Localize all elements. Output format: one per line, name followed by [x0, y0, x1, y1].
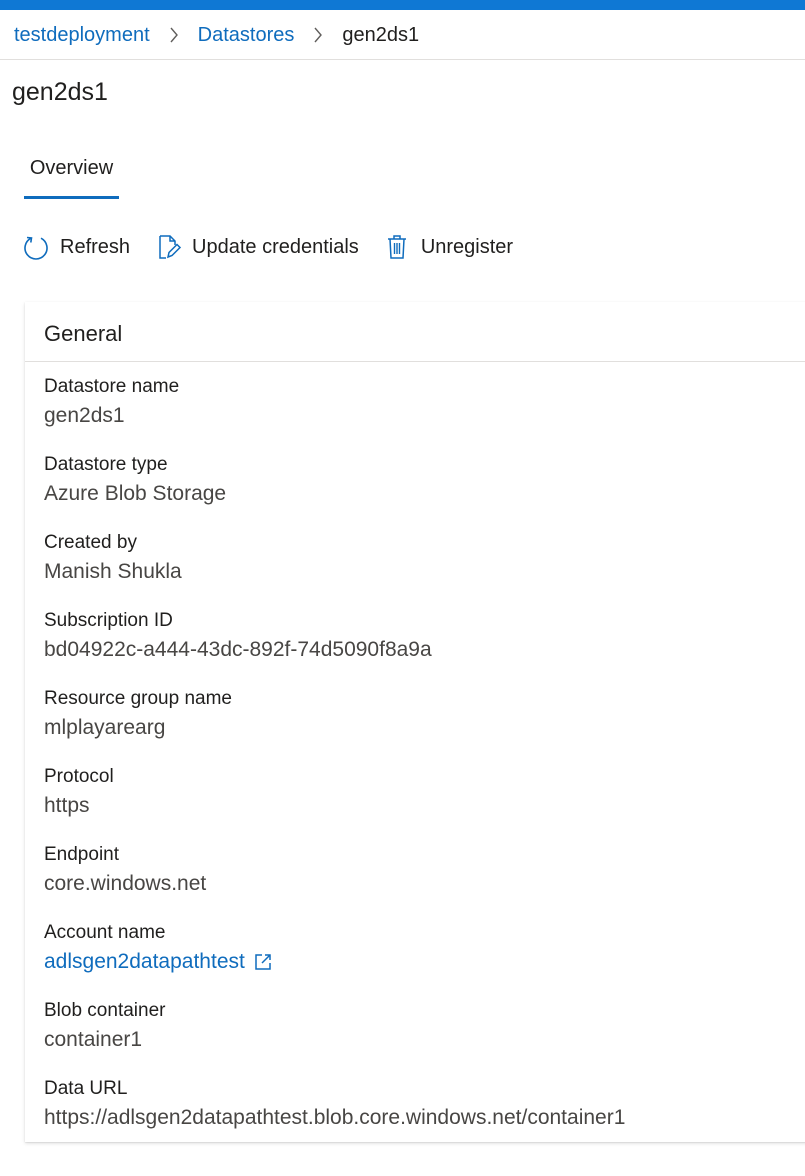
field-value: https [44, 794, 90, 817]
field-value: container1 [44, 1028, 143, 1051]
general-card: General Datastore name gen2ds1 Datastore… [25, 302, 805, 1142]
field-label: Data URL [44, 1078, 128, 1099]
top-accent-bar [0, 0, 805, 10]
field-label: Protocol [44, 766, 114, 787]
trash-icon [383, 233, 411, 261]
update-credentials-button[interactable]: Update credentials [154, 233, 359, 261]
field-value: core.windows.net [44, 872, 207, 895]
field-value: gen2ds1 [44, 404, 125, 427]
chevron-right-icon [150, 24, 198, 47]
card-divider [25, 361, 805, 362]
field-label: Resource group name [44, 688, 232, 709]
breadcrumb-testdeployment[interactable]: testdeployment [14, 24, 150, 47]
field-label: Blob container [44, 1000, 166, 1021]
field-datastore-name: Datastore name gen2ds1 [44, 373, 804, 451]
field-label: Subscription ID [44, 610, 173, 631]
field-created-by: Created by Manish Shukla [44, 529, 804, 607]
breadcrumb-datastores[interactable]: Datastores [198, 24, 295, 47]
field-label: Created by [44, 532, 137, 553]
field-value: bd04922c-a444-43dc-892f-74d5090f8a9a [44, 638, 432, 661]
page-title: gen2ds1 [12, 78, 108, 106]
edit-document-icon [154, 233, 182, 261]
tab-overview[interactable]: Overview [24, 154, 119, 199]
field-account-name: Account name adlsgen2datapathtest [44, 919, 804, 997]
general-fields: Datastore name gen2ds1 Datastore type Az… [44, 373, 804, 1153]
breadcrumb: testdeployment Datastores gen2ds1 [14, 21, 419, 49]
field-value: mlplayarearg [44, 716, 166, 739]
command-bar: Refresh Update credentials Unregister [22, 230, 513, 264]
datastore-page: testdeployment Datastores gen2ds1 gen2ds… [0, 0, 805, 1176]
update-credentials-button-label: Update credentials [192, 235, 359, 258]
field-endpoint: Endpoint core.windows.net [44, 841, 804, 919]
field-resource-group-name: Resource group name mlplayarearg [44, 685, 804, 763]
chevron-right-icon [294, 24, 342, 47]
external-link-icon [253, 952, 273, 972]
field-label: Datastore name [44, 376, 180, 397]
breadcrumb-current: gen2ds1 [342, 23, 420, 46]
refresh-icon [22, 233, 50, 261]
refresh-button[interactable]: Refresh [22, 233, 130, 261]
field-value: https://adlsgen2datapathtest.blob.core.w… [44, 1106, 626, 1129]
field-blob-container: Blob container container1 [44, 997, 804, 1075]
tab-selected-indicator [24, 196, 119, 199]
unregister-button-label: Unregister [420, 235, 514, 258]
field-subscription-id: Subscription ID bd04922c-a444-43dc-892f-… [44, 607, 804, 685]
field-value: Manish Shukla [44, 560, 182, 583]
account-name-link-text: adlsgen2datapathtest [44, 950, 245, 973]
account-name-link[interactable]: adlsgen2datapathtest [44, 947, 273, 977]
field-value: Azure Blob Storage [44, 482, 227, 505]
header-divider [0, 59, 805, 60]
field-label: Datastore type [44, 454, 168, 475]
field-data-url: Data URL https://adlsgen2datapathtest.bl… [44, 1075, 804, 1153]
field-label: Endpoint [44, 844, 120, 865]
unregister-button[interactable]: Unregister [383, 233, 513, 261]
tab-overview-label: Overview [29, 157, 114, 179]
field-datastore-type: Datastore type Azure Blob Storage [44, 451, 804, 529]
general-card-title: General [44, 321, 123, 346]
field-label: Account name [44, 922, 166, 943]
refresh-button-label: Refresh [60, 235, 131, 258]
field-protocol: Protocol https [44, 763, 804, 841]
